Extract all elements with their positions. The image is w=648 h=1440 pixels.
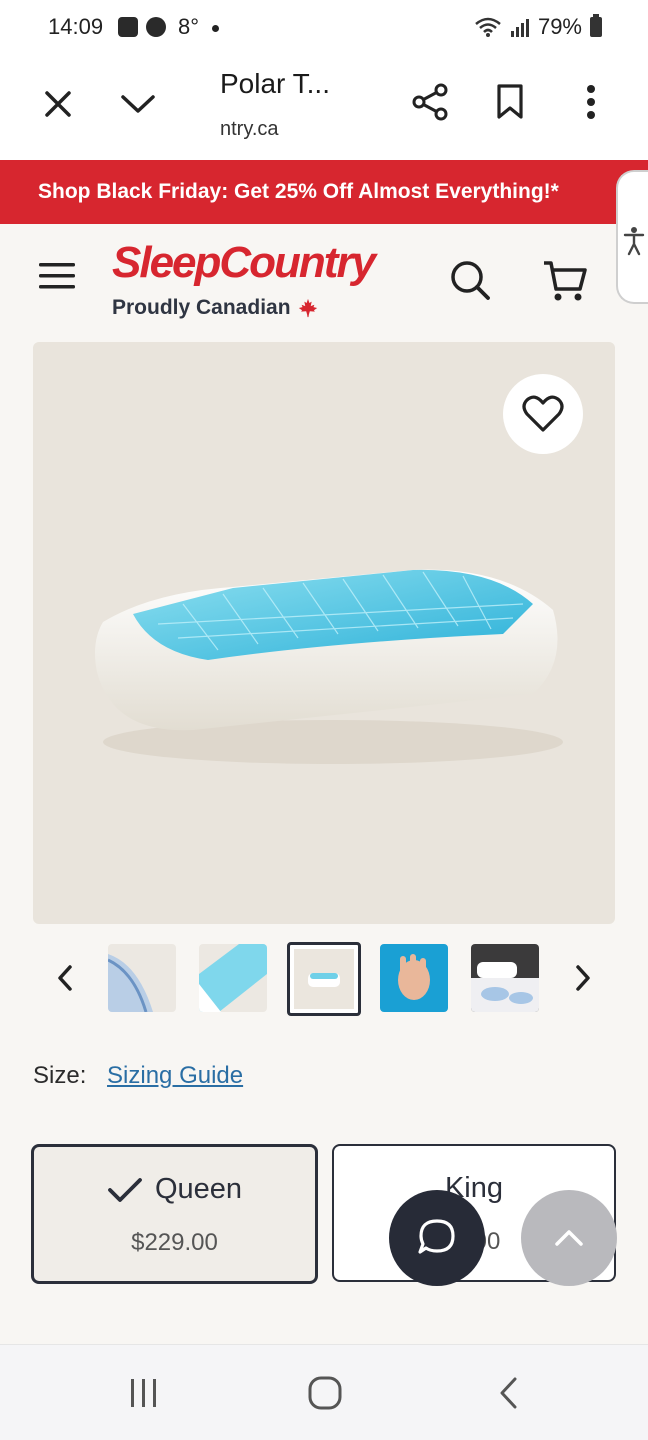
wifi-icon [475,17,501,37]
gallery-icon [118,17,138,37]
thumbnail-next-button[interactable] [568,958,598,998]
close-icon[interactable] [38,84,78,124]
checkmark-icon [108,1178,142,1203]
thumbnail-2[interactable] [199,944,267,1012]
thumbnail-prev-button[interactable] [50,958,80,998]
wishlist-button[interactable] [503,374,583,454]
status-time: 14:09 [48,14,104,39]
more-options-icon[interactable] [576,80,606,124]
heart-icon [522,395,564,432]
size-option-queen-name-row: Queen [34,1173,315,1206]
accessibility-icon [623,227,645,256]
chevron-up-icon [555,1230,583,1246]
thumbnail-1[interactable] [108,944,176,1012]
recent-apps-icon[interactable] [124,1375,164,1411]
logo-tagline: Proudly Canadian [112,296,374,320]
page-title[interactable]: Polar T... [220,68,330,100]
status-notification-icons [118,17,166,37]
share-icon[interactable] [408,80,452,124]
thumbnail-5[interactable] [471,944,539,1012]
thumbnail-carousel [0,940,648,1020]
bookmark-icon[interactable] [490,80,530,124]
search-icon[interactable] [448,258,492,302]
chevron-left-icon [58,965,72,991]
status-dot [212,25,219,32]
system-nav-bar [0,1344,648,1440]
messenger-icon [146,17,166,37]
size-option-queen[interactable]: Queen $229.00 [31,1144,318,1284]
chat-bubble-icon [418,1219,455,1254]
accessibility-tab[interactable] [616,170,648,304]
scroll-to-top-button[interactable] [521,1190,617,1286]
logo-wordmark: SleepCountry [112,238,376,287]
site-header: SleepCountry Proudly Canadian [0,224,648,342]
browser-toolbar: Polar T... ntry.ca [0,56,648,160]
promo-banner[interactable]: Shop Black Friday: Get 25% Off Almost Ev… [0,160,648,224]
chat-button[interactable] [389,1190,485,1286]
battery-percent: 79% [537,14,582,39]
back-icon[interactable] [490,1375,526,1411]
chevron-right-icon [576,965,590,991]
size-option-queen-name: Queen [154,1173,243,1205]
battery-icon [590,14,602,37]
sizing-guide-link[interactable]: Sizing Guide [107,1062,243,1089]
size-option-queen-price: $229.00 [131,1229,218,1256]
cart-icon[interactable] [540,258,590,304]
maple-leaf-icon [298,298,317,318]
page-url[interactable]: ntry.ca [220,118,279,141]
status-temperature: 8° [178,14,200,39]
product-image[interactable] [33,342,615,924]
signal-icon [510,19,529,37]
status-right: 79% [474,14,602,40]
logo-tagline-text: Proudly Canadian [112,296,291,319]
size-row: Size: Sizing Guide [33,1062,243,1090]
menu-icon[interactable] [36,258,78,294]
home-icon[interactable] [304,1375,346,1411]
promo-text[interactable]: Shop Black Friday: Get 25% Off Almost Ev… [38,180,559,204]
chevron-down-icon[interactable] [116,84,160,124]
site-logo[interactable]: SleepCountry Proudly Canadian [112,238,376,320]
status-bar: 14:09 8° 79% [0,0,648,56]
thumbnail-3-selected[interactable] [287,942,361,1016]
size-label: Size: [33,1062,87,1089]
thumbnail-4[interactable] [380,944,448,1012]
